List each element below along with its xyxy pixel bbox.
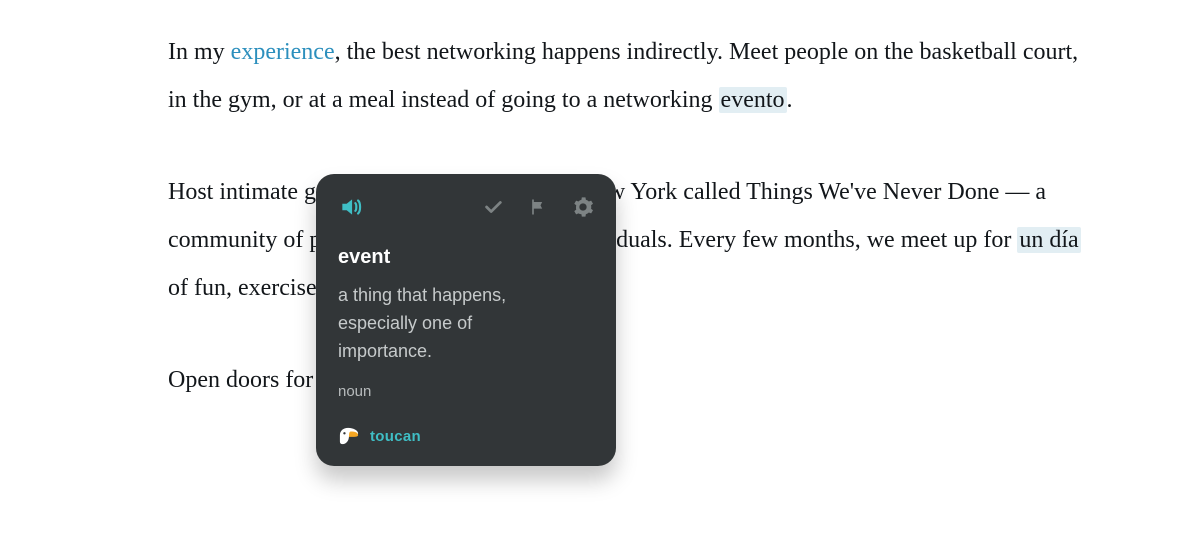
paragraph-2: Host intimate gatherings. I host eventos… (168, 168, 1088, 312)
settings-button[interactable] (572, 196, 594, 218)
gear-icon (572, 196, 594, 218)
report-button[interactable] (528, 196, 548, 218)
check-icon (482, 196, 504, 218)
speaker-icon (338, 194, 364, 220)
toucan-logo-icon (338, 426, 360, 446)
paragraph-1: In my experience, the best networking ha… (168, 28, 1088, 124)
popup-headword: event (338, 246, 594, 269)
flag-icon (528, 196, 548, 218)
brand-row[interactable]: toucan (338, 426, 594, 446)
article-body: In my experience, the best networking ha… (168, 28, 1088, 448)
popup-part-of-speech: noun (338, 383, 594, 400)
text: In my (168, 39, 231, 65)
text: . (787, 87, 793, 113)
translation-popup: event a thing that happens, especially o… (316, 174, 616, 466)
paragraph-3: Open doors for people. (168, 356, 1088, 404)
experience-link[interactable]: experience (231, 39, 335, 65)
popup-definition: a thing that happens, especially one of … (338, 281, 568, 365)
translated-word-evento[interactable]: evento (719, 87, 787, 113)
translated-word-un-dia[interactable]: un día (1017, 227, 1080, 253)
mark-known-button[interactable] (482, 196, 504, 218)
brand-label: toucan (370, 428, 421, 445)
audio-button[interactable] (338, 194, 364, 220)
